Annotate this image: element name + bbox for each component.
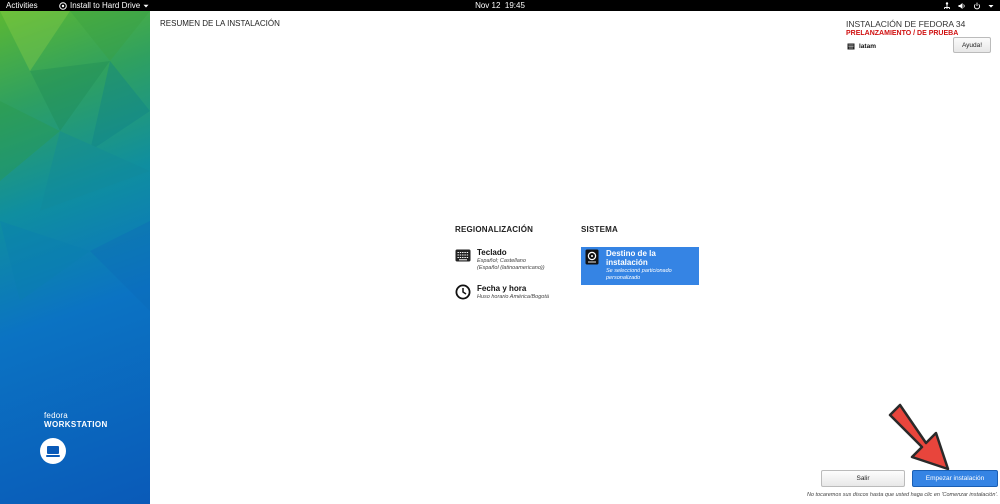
destination-spoke-status: Se seleccionó particionado personalizado (606, 268, 672, 282)
network-icon (944, 1, 950, 9)
clock[interactable]: Nov 12 19:45 (475, 1, 525, 10)
system-tray[interactable] (943, 0, 994, 11)
keyboard-layout-indicator[interactable]: latam (847, 43, 876, 50)
volume-icon (958, 2, 965, 9)
clock-icon (455, 284, 471, 300)
prerelease-warning: PRELANZAMIENTO / DE PRUEBA (846, 30, 959, 37)
power-icon (973, 2, 981, 9)
keyboard-layout-icon (847, 43, 855, 50)
workstation-label: WORKSTATION (44, 420, 108, 429)
begin-installation-button[interactable]: Empezar instalación (912, 470, 998, 487)
clock-date: Nov 12 (475, 1, 501, 10)
localization-section-title: REGIONALIZACIÓN (455, 225, 534, 234)
product-info: INSTALACIÓN DE FEDORA 34 PRELANZAMIENTO … (846, 19, 965, 37)
app-name: Install to Hard Drive (70, 1, 141, 10)
keyboard-spoke-status: Español; Castellano (Español (latinoamer… (477, 258, 545, 272)
spoke-keyboard[interactable]: Teclado Español; Castellano (Español (la… (455, 248, 545, 273)
keyboard-spoke-title: Teclado (477, 248, 507, 257)
activities-button[interactable]: Activities (6, 0, 38, 11)
fedora-brand: fedora WORKSTATION (44, 411, 108, 429)
clock-time: 19:45 (504, 1, 525, 10)
keyboard-layout-label: latam (859, 43, 876, 50)
disk-icon (585, 249, 599, 265)
system-section-title: SISTEMA (581, 225, 618, 234)
spoke-date-time[interactable]: Fecha y hora Huso horario América/Bogotá (455, 284, 549, 301)
annotation-arrow-icon (888, 403, 950, 471)
app-icon (59, 1, 67, 10)
quit-button[interactable]: Salir (821, 470, 905, 487)
page-title: RESUMEN DE LA INSTALACIÓN (160, 19, 280, 28)
installation-summary: RESUMEN DE LA INSTALACIÓN INSTALACIÓN DE… (150, 11, 1000, 504)
spoke-installation-destination[interactable]: Destino de la instalación Se seleccionó … (581, 247, 699, 285)
top-bar: Activities Install to Hard Drive Nov 12 … (0, 0, 1000, 11)
disk-warning-note: No tocaremos sus discos hasta que usted … (806, 492, 998, 498)
fedora-wordmark: fedora (44, 411, 68, 420)
workstation-logo-icon (40, 438, 66, 464)
date-time-spoke-status: Huso horario América/Bogotá (477, 294, 549, 300)
help-button[interactable]: Ayuda! (953, 37, 991, 53)
sidebar: fedora WORKSTATION (0, 11, 150, 504)
destination-spoke-title: Destino de la instalación (606, 249, 656, 267)
date-time-spoke-title: Fecha y hora (477, 284, 527, 293)
keyboard-icon (455, 249, 471, 262)
app-menu-chevron-icon (143, 4, 149, 7)
sidebar-background-pattern (0, 11, 150, 311)
app-menu[interactable]: Install to Hard Drive (59, 0, 149, 11)
product-title: INSTALACIÓN DE FEDORA 34 (846, 19, 966, 29)
chevron-down-icon (988, 4, 994, 8)
